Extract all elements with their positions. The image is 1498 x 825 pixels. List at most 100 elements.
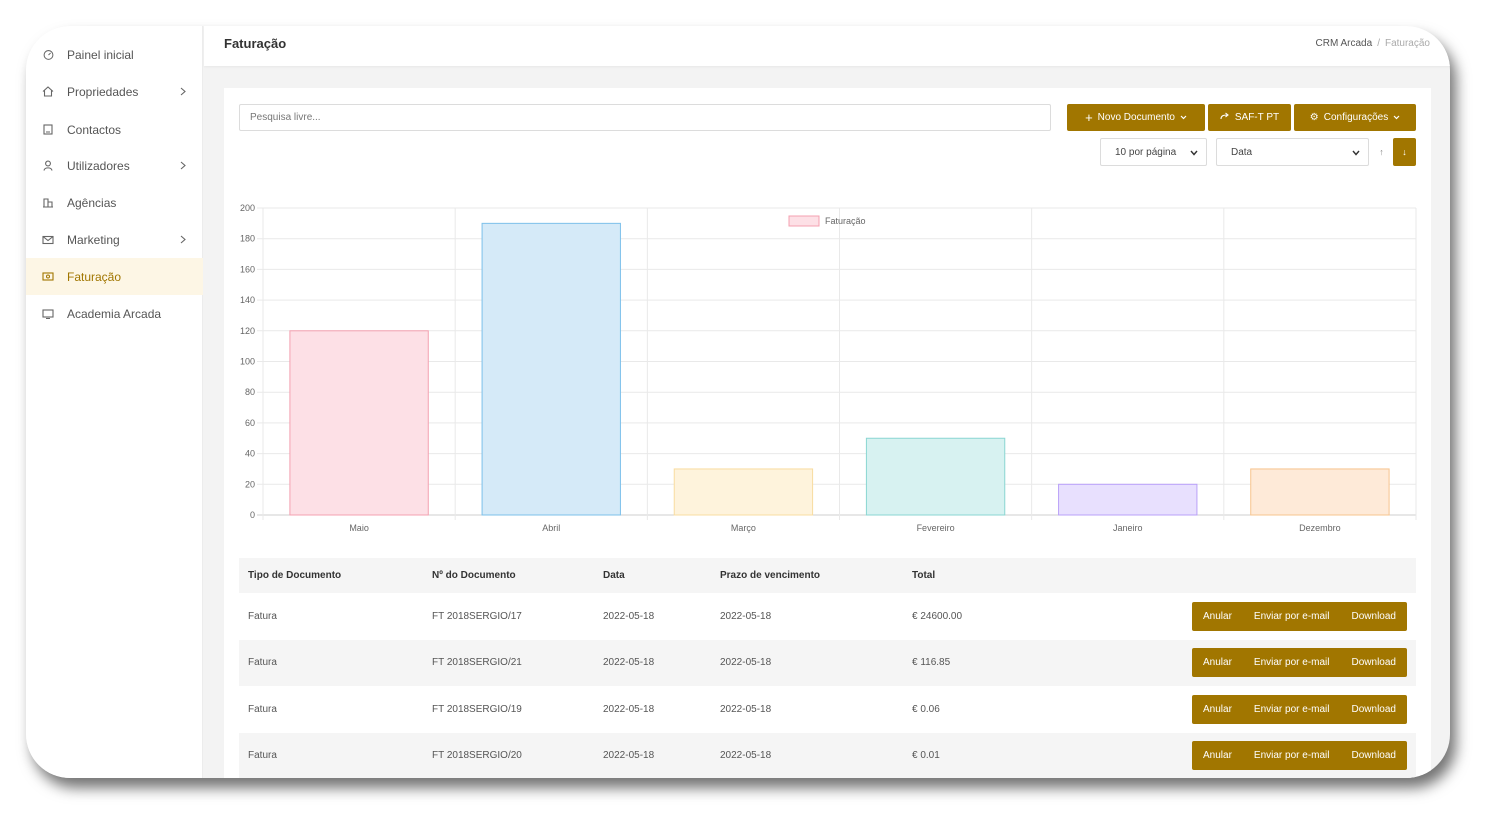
settings-button[interactable]: ⚙ Configurações — [1294, 104, 1416, 131]
cell-numero: FT 2018SERGIO/20 — [432, 750, 522, 762]
search-input[interactable] — [239, 104, 1051, 131]
building-icon — [42, 197, 54, 209]
book-icon — [42, 308, 54, 320]
legend-swatch — [788, 215, 820, 227]
chart-x-axis-ticks: Maio Abril Março Fevereiro Janeiro Dezembro — [349, 523, 1340, 533]
settings-label: Configurações — [1323, 112, 1389, 123]
y-tick-label: 100 — [240, 357, 255, 367]
send-email-button[interactable]: Enviar por e-mail — [1243, 602, 1341, 631]
sidebar-item-marketing[interactable]: Marketing — [26, 221, 203, 258]
row-actions: Anular Enviar por e-mail Download — [1192, 601, 1407, 631]
legend-label: Faturação — [825, 216, 866, 226]
y-tick-label: 60 — [245, 418, 255, 428]
saft-button[interactable]: SAF-T PT — [1208, 104, 1291, 131]
cell-data: 2022-05-18 — [603, 750, 655, 762]
breadcrumb-separator: / — [1377, 38, 1380, 49]
cancel-button[interactable]: Anular — [1192, 741, 1243, 770]
cancel-button[interactable]: Anular — [1192, 695, 1243, 724]
cell-total: € 116.85 — [912, 657, 951, 669]
cell-tipo: Fatura — [248, 657, 277, 669]
cell-tipo: Fatura — [248, 703, 277, 715]
per-page-select[interactable]: 10 por página — [1100, 138, 1207, 166]
saft-label: SAF-T PT — [1234, 112, 1280, 123]
main-card: + Novo Documento SAF-T PT ⚙ Configuraçõe… — [224, 88, 1431, 778]
sidebar-item-label: Contactos — [67, 122, 122, 137]
sidebar-item-faturacao[interactable]: Faturação — [26, 258, 203, 295]
row-actions: Anular Enviar por e-mail Download — [1192, 741, 1407, 771]
chevron-down-icon — [1393, 112, 1400, 123]
cancel-button[interactable]: Anular — [1192, 648, 1243, 677]
send-email-button[interactable]: Enviar por e-mail — [1243, 695, 1341, 724]
x-tick-label: Dezembro — [1299, 523, 1341, 533]
bar-abril — [481, 222, 621, 516]
cell-total: € 24600.00 — [912, 610, 963, 622]
chevron-down-icon — [1190, 148, 1198, 159]
cell-data: 2022-05-18 — [603, 610, 655, 622]
sort-descending-button[interactable]: ↓ — [1393, 138, 1416, 166]
sidebar-item-academia-arcada[interactable]: Academia Arcada — [26, 295, 203, 332]
breadcrumb-current: Faturação — [1384, 38, 1430, 49]
sidebar-item-label: Utilizadores — [67, 158, 130, 173]
contact-card-icon — [42, 124, 54, 136]
send-email-button[interactable]: Enviar por e-mail — [1243, 741, 1341, 770]
cell-numero: FT 2018SERGIO/21 — [432, 657, 522, 669]
download-button[interactable]: Download — [1341, 648, 1407, 677]
sidebar-item-agencias[interactable]: Agências — [26, 184, 203, 221]
share-icon — [1220, 112, 1230, 123]
y-tick-label: 120 — [240, 326, 255, 336]
x-tick-label: Abril — [542, 523, 560, 533]
column-header-total: Total — [912, 570, 936, 581]
mail-icon — [42, 234, 54, 246]
sidebar-item-contactos[interactable]: Contactos — [26, 111, 203, 148]
user-icon — [42, 160, 54, 172]
x-tick-label: Março — [731, 523, 756, 533]
x-tick-label: Maio — [349, 523, 369, 533]
y-tick-label: 20 — [245, 479, 255, 489]
chart-y-axis-ticks: 0 20 40 60 80 100 120 140 160 180 200 — [240, 203, 255, 520]
download-button[interactable]: Download — [1341, 741, 1407, 770]
bar-fevereiro — [865, 437, 1006, 516]
sort-field-select[interactable]: Data — [1216, 138, 1369, 166]
sort-ascending-button[interactable]: ↑ — [1370, 138, 1393, 166]
table-row: Fatura FT 2018SERGIO/17 2022-05-18 2022-05-… — [239, 593, 1416, 640]
sidebar-item-propriedades[interactable]: Propriedades — [26, 73, 203, 110]
cell-prazo: 2022-05-18 — [720, 610, 772, 622]
column-header-data: Data — [603, 570, 625, 581]
new-document-label: Novo Documento — [1097, 112, 1175, 123]
dashboard-icon — [42, 49, 54, 61]
sidebar-item-label: Marketing — [67, 232, 120, 247]
sidebar-item-utilizadores[interactable]: Utilizadores — [26, 147, 203, 184]
cell-total: € 0.06 — [912, 703, 940, 715]
y-tick-label: 160 — [240, 264, 255, 274]
chevron-down-icon — [1352, 148, 1360, 159]
x-tick-label: Janeiro — [1113, 523, 1143, 533]
y-tick-label: 40 — [245, 449, 255, 459]
home-icon — [42, 86, 54, 98]
money-icon — [42, 271, 54, 283]
cell-prazo: 2022-05-18 — [720, 657, 772, 669]
sidebar: Painel inicial Propriedades Contactos Ut… — [26, 26, 203, 778]
send-email-button[interactable]: Enviar por e-mail — [1243, 648, 1341, 677]
row-actions: Anular Enviar por e-mail Download — [1192, 648, 1407, 678]
chevron-right-icon — [180, 159, 186, 173]
bar-dezembro — [1250, 468, 1390, 516]
download-button[interactable]: Download — [1341, 695, 1407, 724]
sidebar-item-painel-inicial[interactable]: Painel inicial — [26, 36, 203, 73]
table-row: Fatura FT 2018SERGIO/20 2022-05-18 2022-05-… — [239, 732, 1416, 778]
per-page-value: 10 por página — [1115, 146, 1177, 158]
bar-março — [673, 468, 814, 516]
app-window: Painel inicial Propriedades Contactos Ut… — [26, 26, 1450, 778]
sidebar-item-label: Painel inicial — [67, 47, 134, 62]
y-tick-label: 200 — [240, 203, 255, 213]
y-tick-label: 180 — [240, 234, 255, 244]
sidebar-item-label: Faturação — [67, 269, 122, 284]
table-header: Tipo de Documento Nº do Documento Data P… — [239, 558, 1416, 593]
new-document-button[interactable]: + Novo Documento — [1067, 104, 1205, 131]
cancel-button[interactable]: Anular — [1192, 602, 1243, 631]
y-tick-label: 140 — [240, 295, 255, 305]
download-button[interactable]: Download — [1341, 602, 1407, 631]
arrow-up-icon: ↑ — [1379, 147, 1384, 157]
breadcrumb-link-crm-arcada[interactable]: CRM Arcada — [1316, 38, 1373, 49]
chart-legend: Faturação — [788, 215, 866, 227]
column-header-numero: Nº do Documento — [432, 570, 516, 581]
